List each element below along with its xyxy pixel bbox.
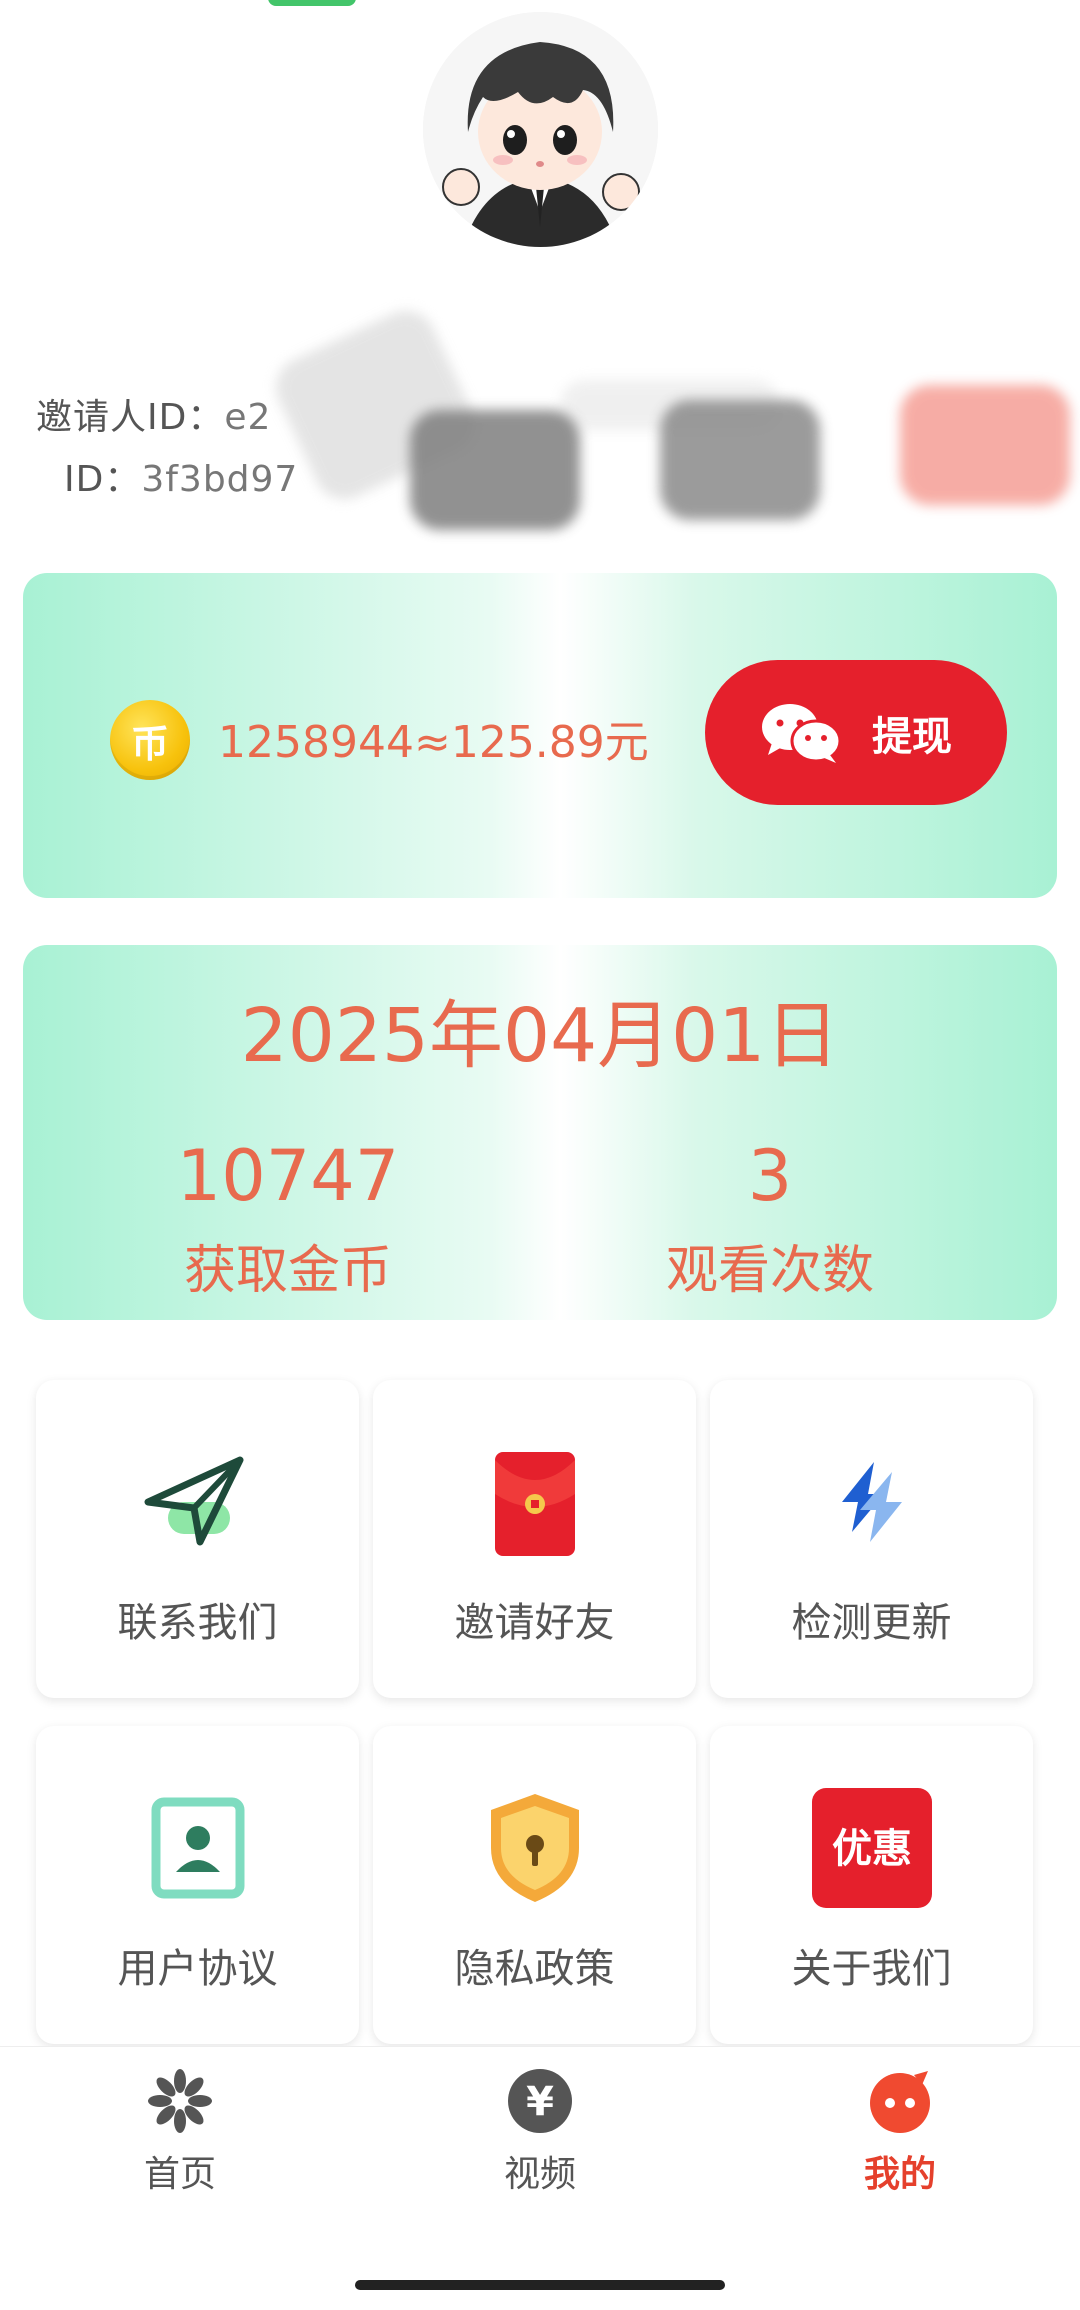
- withdraw-label: 提现: [872, 713, 952, 760]
- nav-video-label: 视频: [503, 2154, 576, 2195]
- coins-earned-label: 获取金币: [183, 1241, 392, 1301]
- wechat-icon: [762, 703, 842, 763]
- check-update-tile[interactable]: 检测更新: [710, 1380, 1033, 1698]
- paper-plane-icon: [144, 1456, 243, 1546]
- redaction-smudge: [410, 410, 580, 530]
- nav-home[interactable]: 首页: [60, 2067, 300, 2197]
- coin-icon: 币: [110, 700, 190, 780]
- yen-coin-icon: ¥: [508, 2069, 572, 2133]
- home-indicator[interactable]: [355, 2280, 725, 2290]
- yen-glyph: ¥: [526, 2079, 554, 2125]
- about-us-label: 关于我们: [791, 1946, 952, 1992]
- stats-date: 2025年04月01日: [240, 993, 840, 1079]
- avatar[interactable]: [423, 12, 658, 247]
- view-count-label: 观看次数: [665, 1241, 874, 1301]
- nav-mine-label: 我的: [863, 2154, 936, 2195]
- avatar-illustration: [423, 12, 658, 247]
- invite-friends-label: 邀请好友: [454, 1600, 615, 1646]
- user-id-label: ID：: [64, 459, 142, 500]
- inviter-id-label: 邀请人ID：: [36, 397, 225, 438]
- shield-lock-icon: [490, 1794, 579, 1902]
- nav-mine[interactable]: 我的: [780, 2067, 1020, 2197]
- view-count-value: 3: [747, 1135, 793, 1217]
- contact-us-label: 联系我们: [117, 1600, 278, 1646]
- promo-badge-text: 优惠: [832, 1825, 912, 1872]
- privacy-policy-label: 隐私政策: [454, 1946, 615, 1992]
- about-us-tile[interactable]: 优惠 关于我们: [710, 1726, 1033, 2044]
- chat-bubble-icon: [870, 2071, 930, 2133]
- user-document-icon: [151, 1797, 244, 1899]
- refresh-arrows-icon: [841, 1462, 902, 1542]
- redaction-smudge: [900, 385, 1070, 505]
- user-agreement-tile[interactable]: 用户协议: [36, 1726, 359, 2044]
- withdraw-button[interactable]: 提现: [705, 660, 1007, 805]
- status-pill: [268, 0, 356, 6]
- nav-home-label: 首页: [143, 2154, 216, 2195]
- nav-video[interactable]: ¥ 视频: [420, 2067, 660, 2197]
- inviter-id-value: e2: [224, 397, 272, 438]
- promo-badge-icon: 优惠: [811, 1788, 932, 1908]
- user-id-value: 3f3bd97: [141, 459, 299, 500]
- privacy-policy-tile[interactable]: 隐私政策: [373, 1726, 696, 2044]
- user-agreement-label: 用户协议: [117, 1946, 278, 1992]
- check-update-label: 检测更新: [791, 1600, 952, 1646]
- contact-us-tile[interactable]: 联系我们: [36, 1380, 359, 1698]
- red-envelope-icon: [494, 1452, 575, 1556]
- invite-friends-tile[interactable]: 邀请好友: [373, 1380, 696, 1698]
- balance-amount: 1258944≈125.89元: [218, 717, 649, 768]
- flower-icon: [148, 2069, 212, 2133]
- coins-earned-value: 10747: [176, 1135, 400, 1217]
- bottom-nav: 首页 ¥ 视频 我的: [0, 2046, 1080, 2310]
- redaction-smudge: [660, 400, 820, 520]
